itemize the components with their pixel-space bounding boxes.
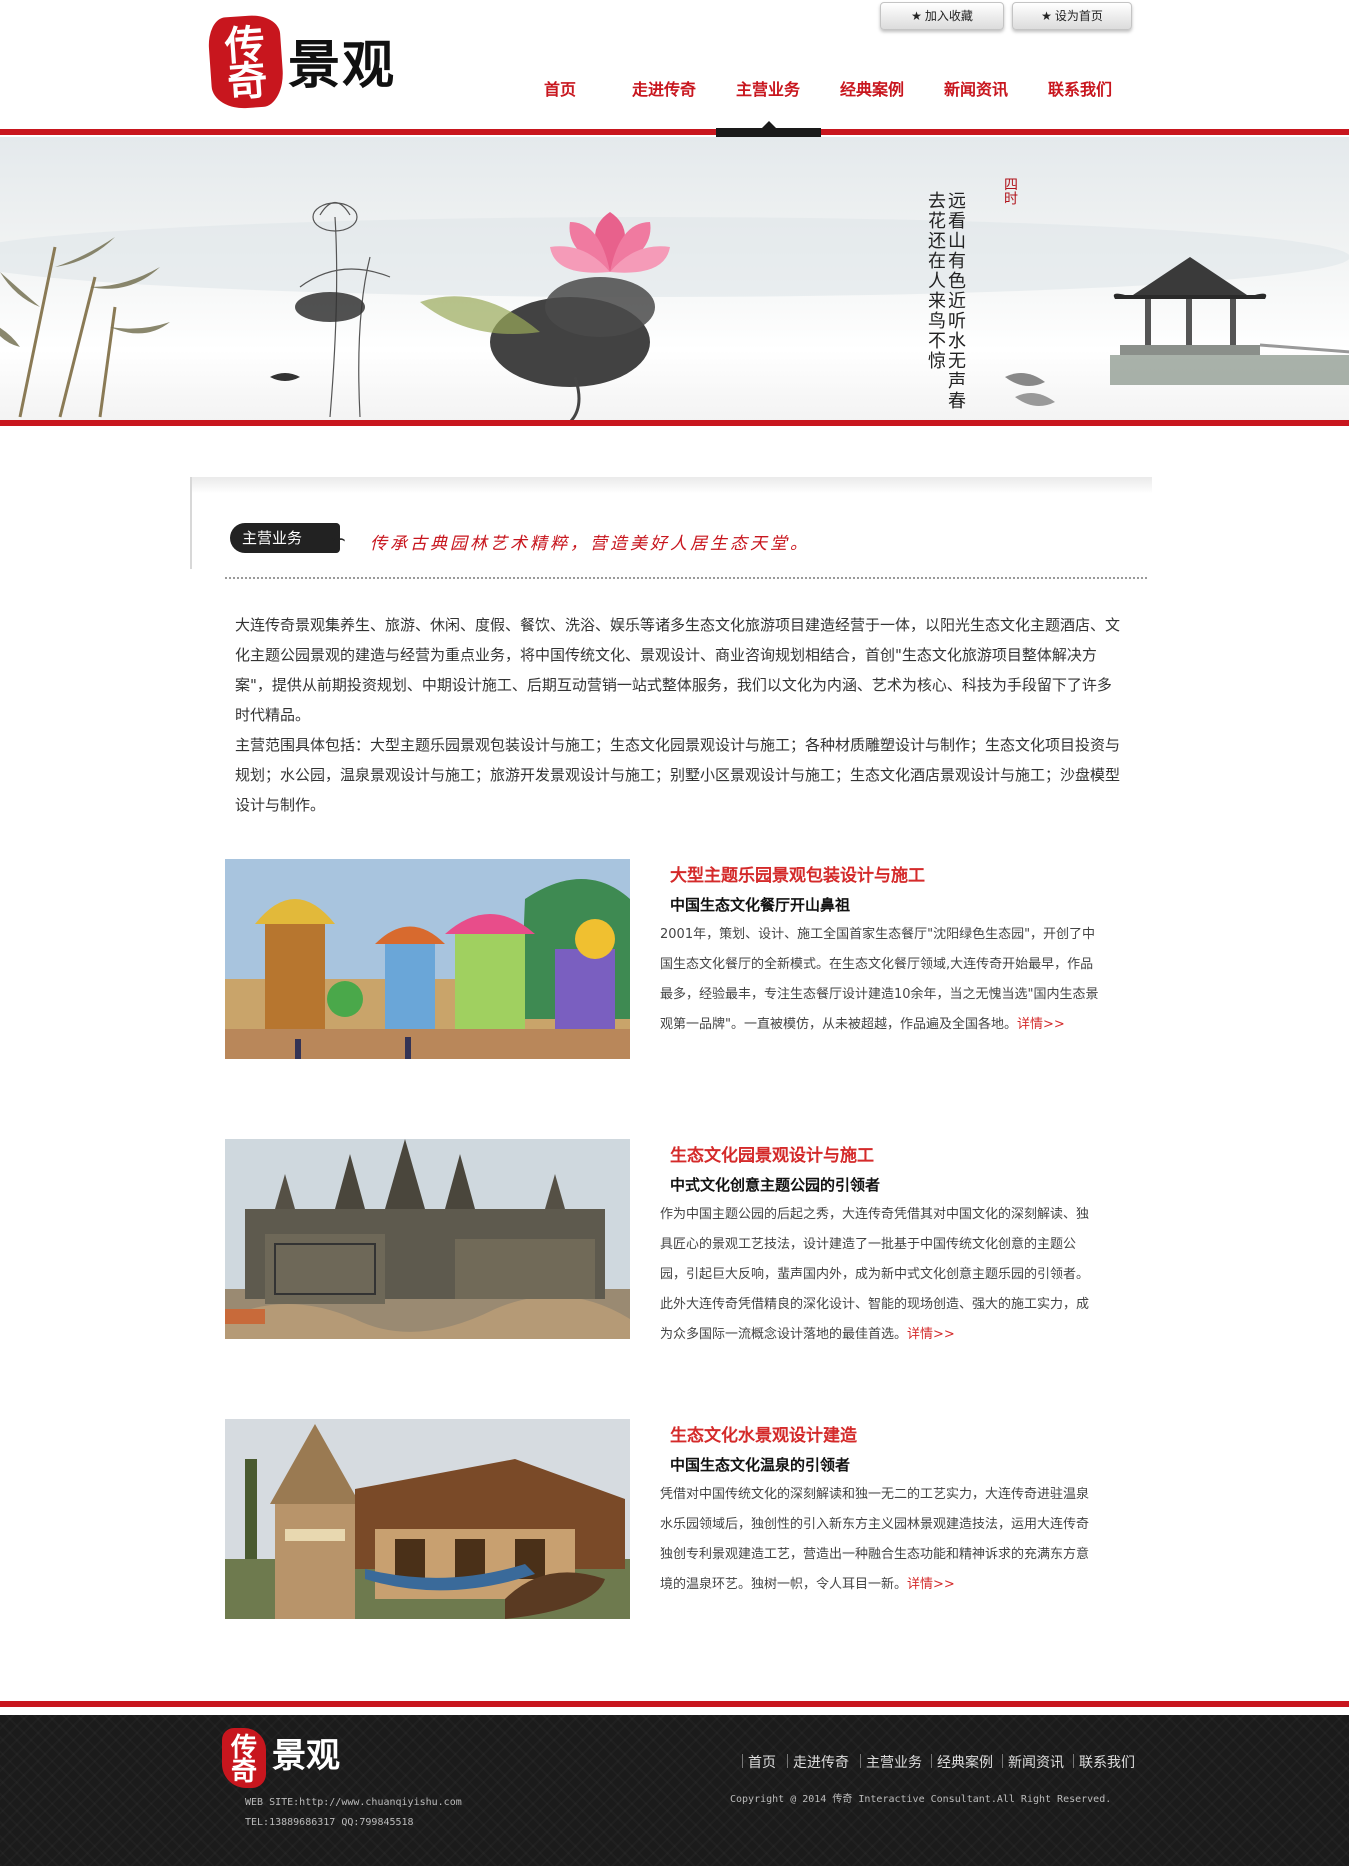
- add-favorite-button[interactable]: ★ 加入收藏: [880, 2, 1004, 30]
- footer-nav-home[interactable]: 首页: [748, 1752, 776, 1772]
- banner-calligraphy: 远看山有色近听水无声春去花还在人来鸟不惊: [925, 191, 966, 411]
- banner-ink-painting: [0, 201, 1349, 421]
- footer-nav-news[interactable]: 新闻资讯: [1008, 1752, 1064, 1772]
- footer-nav-contact[interactable]: 联系我们: [1079, 1752, 1135, 1772]
- nav-item-news[interactable]: 新闻资讯: [924, 60, 1028, 136]
- set-homepage-button[interactable]: ★ 设为首页: [1012, 2, 1132, 30]
- footer-copyright: Copyright @ 2014 传奇 Interactive Consulta…: [730, 1794, 1112, 1805]
- more-link[interactable]: 详情>>: [907, 1577, 955, 1592]
- banner-seal-stamp: 四时: [1002, 177, 1018, 205]
- footer-nav: 首页 走进传奇 主营业务 经典案例 新闻资讯 联系我们: [742, 1752, 1142, 1772]
- feature-image-culture-park[interactable]: [225, 1139, 630, 1339]
- feature-description-text: 凭借对中国传统文化的深刻解读和独一无二的工艺实力，大连传奇进驻温泉水乐园领域后，…: [660, 1487, 1090, 1592]
- logo-text: 景观: [288, 36, 397, 96]
- footer-nav-about[interactable]: 走进传奇: [793, 1752, 849, 1772]
- footer-nav-divider: [1002, 1754, 1003, 1768]
- intro-paragraph: 主营范围具体包括：大型主题乐园景观包装设计与施工；生态文化园景观设计与施工；各种…: [235, 736, 1121, 814]
- theme-park-photo: [225, 859, 630, 1059]
- feature-description: 凭借对中国传统文化的深刻解读和独一无二的工艺实力，大连传奇进驻温泉水乐园领域后，…: [660, 1480, 1100, 1600]
- star-icon: ★: [1041, 9, 1052, 23]
- site-logo[interactable]: 传奇 景观: [206, 13, 430, 114]
- feature-title[interactable]: 生态文化园景观设计与施工: [670, 1141, 874, 1166]
- section-header: 主营业务 ∽ 传承古典园林艺术精粹，营造美好人居生态天堂。: [190, 477, 1152, 573]
- feature-description-text: 作为中国主题公园的后起之秀，大连传奇凭借其对中国文化的深刻解读、独具匠心的景观工…: [660, 1207, 1090, 1342]
- feature-image-water-landscape[interactable]: [225, 1419, 630, 1619]
- footer-website[interactable]: WEB SITE:http://www.chuanqiyishu.com: [245, 1797, 462, 1808]
- hero-banner: 远看山有色近听水无声春去花还在人来鸟不惊 四时: [0, 137, 1349, 421]
- nav-item-about[interactable]: 走进传奇: [612, 60, 716, 136]
- star-icon: ★: [911, 9, 922, 23]
- feature-image-theme-park[interactable]: [225, 859, 630, 1059]
- feature-description: 2001年，策划、设计、施工全国首家生态餐厅"沈阳绿色生态园"，开创了中国生态文…: [660, 920, 1100, 1040]
- footer-nav-divider: [860, 1754, 861, 1768]
- footer-logo-seal-text: 传奇: [230, 1733, 257, 1787]
- main-nav: 首页 走进传奇 主营业务 经典案例 新闻资讯 联系我们: [508, 60, 1128, 120]
- footer-logo-text: 景观: [272, 1736, 340, 1776]
- footer-nav-divider: [742, 1754, 743, 1768]
- feature-subtitle: 中式文化创意主题公园的引领者: [670, 1176, 881, 1194]
- site-footer: [0, 1715, 1349, 1866]
- add-favorite-label: 加入收藏: [924, 9, 973, 23]
- footer-nav-divider: [1073, 1754, 1074, 1768]
- logo-seal: 传奇: [206, 13, 286, 111]
- header-red-rule: [0, 129, 1349, 135]
- feature-title[interactable]: 生态文化水景观设计建造: [670, 1421, 857, 1446]
- section-tab-label: 主营业务: [230, 523, 340, 553]
- feature-subtitle: 中国生态文化温泉的引领者: [670, 1456, 851, 1474]
- set-homepage-label: 设为首页: [1054, 9, 1103, 23]
- footer-logo-seal: 传奇: [222, 1728, 266, 1788]
- culture-park-photo: [225, 1139, 630, 1339]
- dotted-divider: [225, 577, 1147, 579]
- footer-gap: [0, 1707, 1349, 1715]
- banner-red-rule: [0, 420, 1349, 426]
- feature-title[interactable]: 大型主题乐园景观包装设计与施工: [670, 861, 925, 886]
- water-landscape-photo: [225, 1419, 630, 1619]
- nav-item-home[interactable]: 首页: [508, 60, 612, 136]
- intro-text: 大连传奇景观集养生、旅游、休闲、度假、餐饮、洗浴、娱乐等诸多生态文化旅游项目建造…: [235, 610, 1120, 820]
- more-link[interactable]: 详情>>: [1017, 1017, 1065, 1032]
- footer-nav-divider: [787, 1754, 788, 1768]
- nav-item-contact[interactable]: 联系我们: [1028, 60, 1132, 136]
- section-slogan: 传承古典园林艺术精粹，营造美好人居生态天堂。: [370, 534, 810, 554]
- intro-paragraph: 大连传奇景观集养生、旅游、休闲、度假、餐饮、洗浴、娱乐等诸多生态文化旅游项目建造…: [235, 616, 1121, 724]
- feature-description: 作为中国主题公园的后起之秀，大连传奇凭借其对中国文化的深刻解读、独具匠心的景观工…: [660, 1200, 1100, 1350]
- more-link[interactable]: 详情>>: [907, 1327, 955, 1342]
- logo-seal-text: 传奇: [223, 20, 269, 107]
- footer-nav-business[interactable]: 主营业务: [866, 1752, 922, 1772]
- footer-nav-cases[interactable]: 经典案例: [937, 1752, 993, 1772]
- footer-contact: TEL:13889686317 QQ:799845518: [245, 1817, 414, 1828]
- swirl-icon: ∽: [330, 527, 347, 551]
- feature-subtitle: 中国生态文化餐厅开山鼻祖: [670, 896, 851, 914]
- footer-logo[interactable]: 传奇 景观: [222, 1728, 372, 1790]
- nav-item-cases[interactable]: 经典案例: [820, 60, 924, 136]
- footer-nav-divider: [931, 1754, 932, 1768]
- nav-active-indicator: [716, 128, 821, 137]
